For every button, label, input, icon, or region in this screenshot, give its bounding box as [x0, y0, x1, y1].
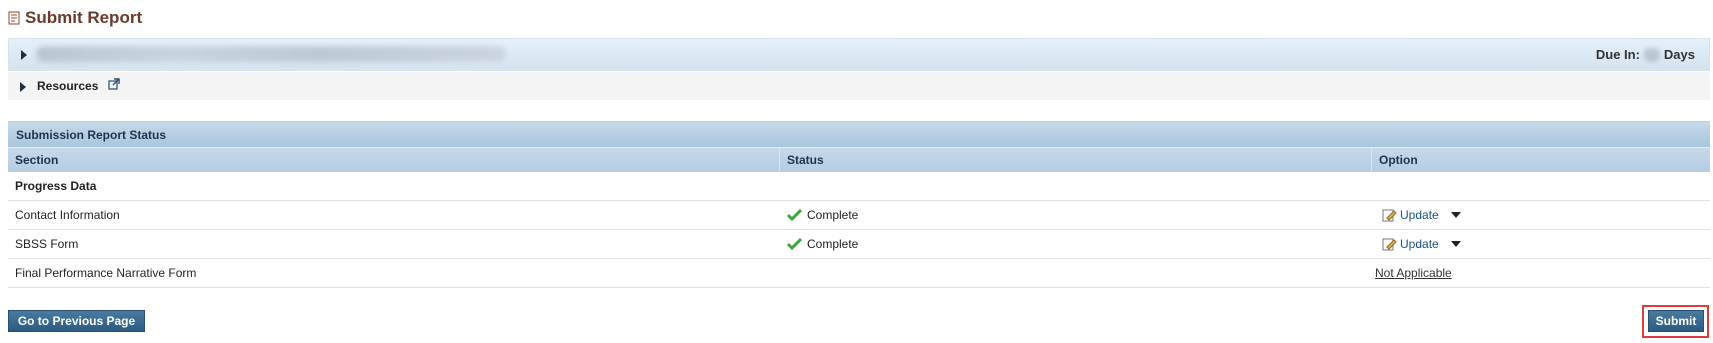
column-header-option: Option: [1379, 153, 1418, 167]
redacted-grant-title: [36, 46, 506, 62]
table-header-row: Section Status Option: [8, 147, 1710, 172]
edit-icon[interactable]: [1381, 207, 1397, 223]
check-icon: [787, 238, 802, 250]
update-link[interactable]: Update: [1381, 207, 1439, 223]
submission-status-table: Submission Report Status Section Status …: [8, 121, 1710, 288]
group-label: Progress Data: [15, 179, 97, 193]
resources-panel[interactable]: Resources: [8, 72, 1710, 100]
chevron-down-icon[interactable]: [1450, 212, 1461, 218]
not-applicable-link[interactable]: Not Applicable: [1375, 266, 1452, 280]
chevron-down-icon[interactable]: [1450, 241, 1461, 247]
option-cell: Update: [1372, 230, 1710, 258]
table-row: Contact Information Complete Update: [8, 201, 1710, 230]
submit-button[interactable]: Submit: [1648, 310, 1704, 332]
column-header-section: Section: [8, 148, 780, 172]
expand-triangle-icon[interactable]: [20, 82, 26, 92]
due-unit: Days: [1663, 47, 1695, 62]
status-text: Complete: [807, 208, 859, 222]
column-header-status: Status: [780, 148, 1372, 172]
expand-triangle-icon[interactable]: [21, 50, 27, 60]
table-row: Final Performance Narrative Form Not App…: [8, 259, 1710, 288]
section-name: SBSS Form: [15, 237, 79, 251]
update-label[interactable]: Update: [1400, 208, 1439, 222]
page-title: Submit Report: [25, 8, 143, 27]
update-link[interactable]: Update: [1381, 236, 1439, 252]
section-name: Final Performance Narrative Form: [15, 266, 197, 280]
due-label: Due In:: [1595, 47, 1640, 62]
page-header: Submit Report: [8, 6, 142, 30]
status-cell: [780, 259, 1372, 287]
status-text: Complete: [807, 237, 859, 251]
check-icon: [787, 209, 802, 221]
resources-label[interactable]: Resources: [37, 79, 98, 93]
grant-panel: Due In: Days: [8, 38, 1710, 71]
status-cell: Complete: [780, 201, 1372, 229]
report-icon: [8, 11, 20, 25]
option-cell: Update: [1372, 201, 1710, 229]
edit-icon[interactable]: [1381, 236, 1397, 252]
table-title: Submission Report Status: [8, 121, 1710, 147]
table-row: SBSS Form Complete Update: [8, 230, 1710, 259]
redacted-due-days: [1643, 47, 1660, 62]
option-cell: Not Applicable: [1372, 259, 1710, 287]
update-label[interactable]: Update: [1400, 237, 1439, 251]
section-name: Contact Information: [15, 208, 120, 222]
status-cell: Complete: [780, 230, 1372, 258]
previous-page-button[interactable]: Go to Previous Page: [8, 310, 145, 332]
due-indicator: Due In: Days: [1596, 47, 1695, 62]
external-link-icon[interactable]: [108, 78, 120, 90]
table-group-row: Progress Data: [8, 172, 1710, 201]
